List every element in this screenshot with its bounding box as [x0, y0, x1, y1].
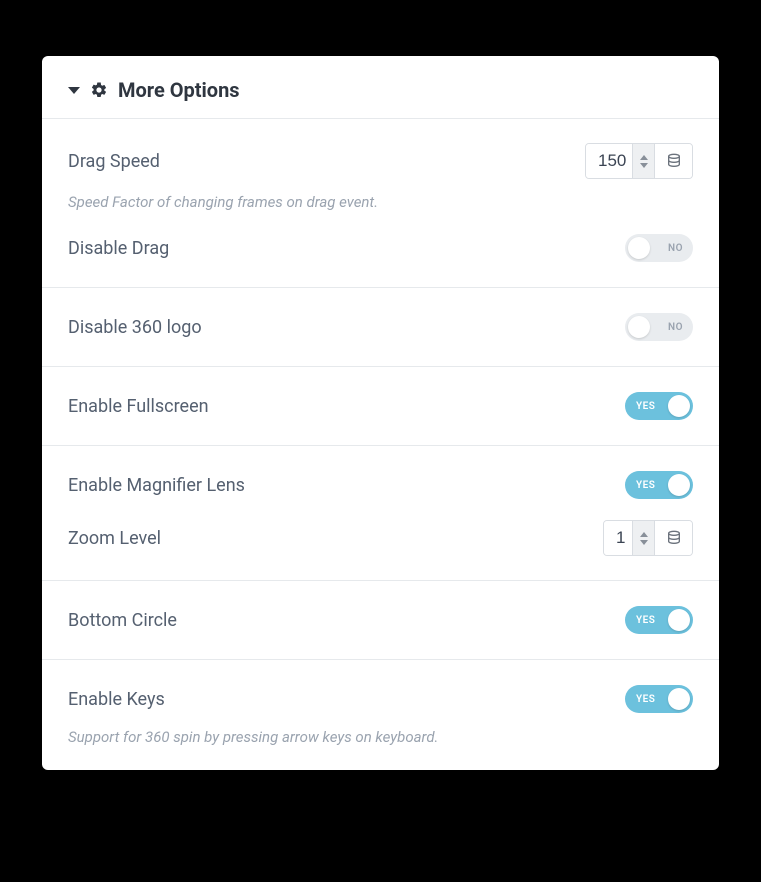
- zoom-level-label: Zoom Level: [68, 528, 161, 549]
- drag-speed-label: Drag Speed: [68, 151, 160, 172]
- toggle-knob: [628, 237, 650, 259]
- toggle-knob: [668, 395, 690, 417]
- enable-keys-toggle[interactable]: YES: [625, 685, 693, 713]
- chevron-up-icon[interactable]: [640, 155, 648, 160]
- toggle-knob: [668, 609, 690, 631]
- disable-360-logo-toggle[interactable]: NO: [625, 313, 693, 341]
- bottom-circle-label: Bottom Circle: [68, 610, 177, 631]
- chevron-down-icon: [68, 87, 80, 94]
- toggle-label: YES: [636, 401, 655, 412]
- toggle-label: NO: [668, 322, 683, 333]
- panel-header[interactable]: More Options: [42, 56, 719, 119]
- zoom-level-stepper: [603, 520, 693, 556]
- toggle-knob: [628, 316, 650, 338]
- drag-speed-input[interactable]: [586, 144, 632, 178]
- panel-title: More Options: [118, 78, 240, 102]
- chevron-down-icon[interactable]: [640, 540, 648, 545]
- disable-360-logo-label: Disable 360 logo: [68, 317, 202, 338]
- drag-speed-hint: Speed Factor of changing frames on drag …: [68, 193, 693, 211]
- enable-magnifier-label: Enable Magnifier Lens: [68, 475, 245, 496]
- zoom-level-dynamic-button[interactable]: [654, 521, 692, 555]
- drag-speed-dynamic-button[interactable]: [654, 144, 692, 178]
- zoom-level-input[interactable]: [604, 521, 632, 555]
- disable-drag-toggle[interactable]: NO: [625, 234, 693, 262]
- more-options-panel: More Options Drag Speed: [42, 56, 719, 770]
- toggle-knob: [668, 688, 690, 710]
- enable-magnifier-toggle[interactable]: YES: [625, 471, 693, 499]
- drag-speed-spinner[interactable]: [632, 144, 654, 178]
- toggle-label: YES: [636, 480, 655, 491]
- toggle-label: NO: [668, 243, 683, 254]
- enable-fullscreen-toggle[interactable]: YES: [625, 392, 693, 420]
- drag-speed-stepper: [585, 143, 693, 179]
- enable-keys-hint: Support for 360 spin by pressing arrow k…: [68, 728, 693, 746]
- toggle-knob: [668, 474, 690, 496]
- chevron-up-icon[interactable]: [640, 532, 648, 537]
- chevron-down-icon[interactable]: [640, 163, 648, 168]
- zoom-level-spinner[interactable]: [632, 521, 654, 555]
- gear-icon: [90, 81, 108, 99]
- toggle-label: YES: [636, 694, 655, 705]
- bottom-circle-toggle[interactable]: YES: [625, 606, 693, 634]
- enable-fullscreen-label: Enable Fullscreen: [68, 396, 209, 417]
- toggle-label: YES: [636, 615, 655, 626]
- enable-keys-label: Enable Keys: [68, 689, 165, 710]
- disable-drag-label: Disable Drag: [68, 238, 169, 259]
